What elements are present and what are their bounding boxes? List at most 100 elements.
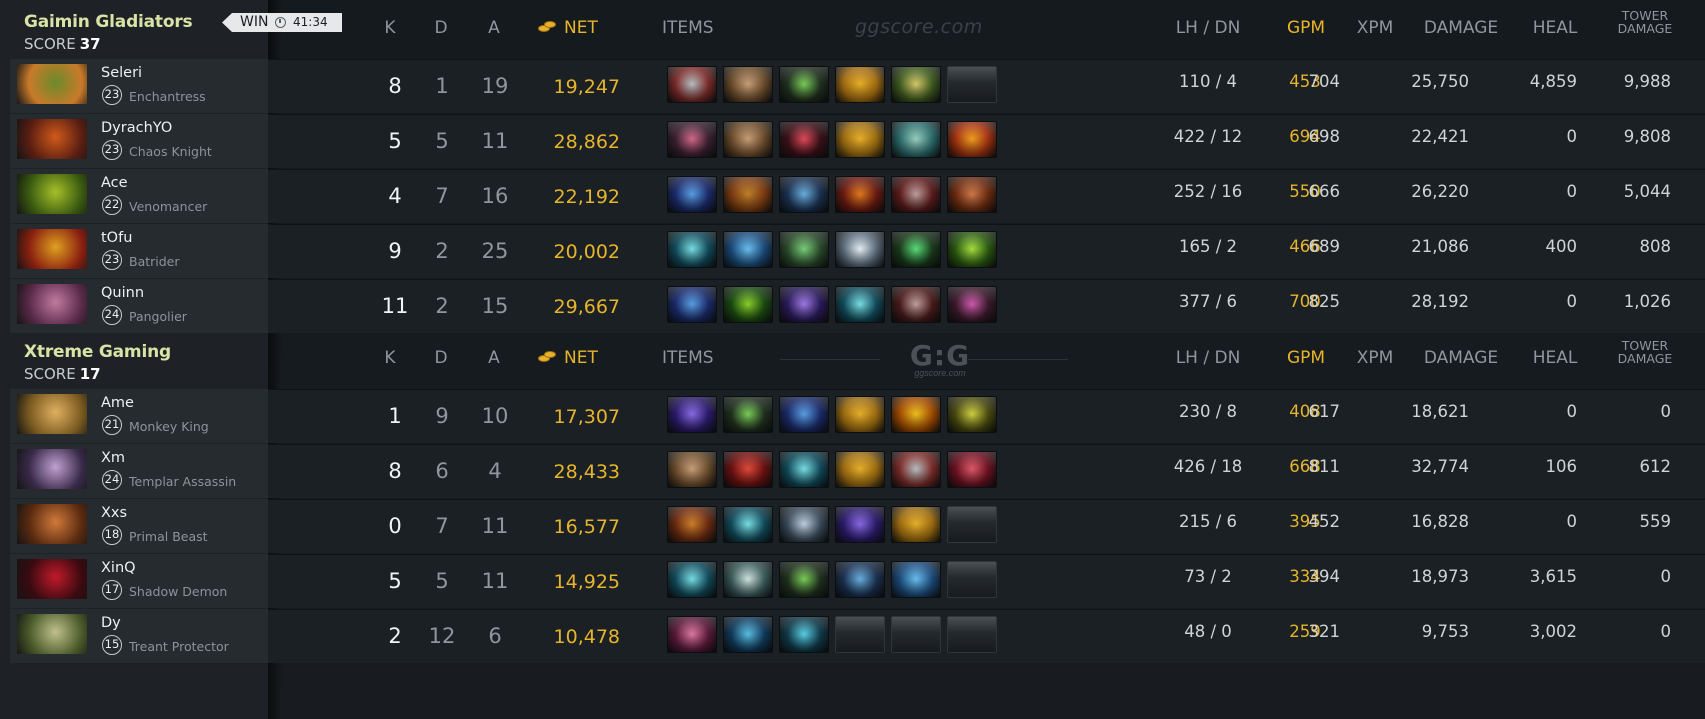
player-name[interactable]: DyrachYO xyxy=(101,120,172,136)
item-icon[interactable] xyxy=(667,176,717,213)
item-icon[interactable] xyxy=(723,176,773,213)
player-stats-row: 9 2 25 20,002 165 / 2 466 689 21,086 400 808 xyxy=(268,224,1705,278)
item-icon[interactable] xyxy=(723,231,773,268)
item-icon[interactable] xyxy=(891,176,941,213)
item-icon[interactable] xyxy=(947,451,997,488)
player-card[interactable]: Ame 21 Monkey King xyxy=(10,389,268,443)
item-icon[interactable] xyxy=(779,176,829,213)
item-icon[interactable] xyxy=(835,396,885,433)
player-name[interactable]: Ame xyxy=(101,395,134,411)
item-icon[interactable] xyxy=(723,286,773,323)
item-icon[interactable] xyxy=(947,231,997,268)
item-icon[interactable] xyxy=(723,121,773,158)
damage: 32,774 xyxy=(1411,457,1469,476)
player-card[interactable]: Ace 22 Venomancer xyxy=(10,169,268,223)
xpm: 321 xyxy=(1308,622,1341,641)
player-card[interactable]: DyrachYO 23 Chaos Knight xyxy=(10,114,268,168)
damage: 9,753 xyxy=(1421,622,1469,641)
xpm: 811 xyxy=(1308,457,1341,476)
item-icon[interactable] xyxy=(667,121,717,158)
item-icon[interactable] xyxy=(835,121,885,158)
item-icon[interactable] xyxy=(835,451,885,488)
result-label: WIN xyxy=(240,14,269,30)
heal: 0 xyxy=(1566,182,1578,201)
player-card[interactable]: Dy 15 Treant Protector xyxy=(10,609,268,663)
header-d: D xyxy=(434,348,448,368)
item-icon[interactable] xyxy=(667,66,717,103)
item-icon[interactable] xyxy=(667,561,717,598)
item-icon[interactable] xyxy=(779,506,829,543)
match-duration: 41:34 xyxy=(293,15,328,29)
item-icon[interactable] xyxy=(779,396,829,433)
item-icon[interactable] xyxy=(947,176,997,213)
player-card[interactable]: tOfu 23 Batrider xyxy=(10,224,268,278)
item-icon[interactable] xyxy=(667,286,717,323)
item-icon[interactable] xyxy=(891,66,941,103)
item-icon[interactable] xyxy=(891,506,941,543)
hero-name: Primal Beast xyxy=(129,529,208,544)
player-stats-row: 2 12 6 10,478 48 / 0 259 321 9,753 3,002 0 xyxy=(268,609,1705,663)
item-icon[interactable] xyxy=(835,561,885,598)
item-icon[interactable] xyxy=(667,396,717,433)
item-icon[interactable] xyxy=(891,121,941,158)
hero-level-badge: 21 xyxy=(102,415,122,435)
item-icon[interactable] xyxy=(947,396,997,433)
hero-level-badge: 17 xyxy=(102,580,122,600)
deaths: 2 xyxy=(435,239,449,263)
xpm: 394 xyxy=(1308,567,1341,586)
header-a: A xyxy=(488,18,500,38)
player-name[interactable]: Xxs xyxy=(101,505,127,521)
player-name[interactable]: Dy xyxy=(101,615,121,631)
item-icon[interactable] xyxy=(891,396,941,433)
hero-name: Templar Assassin xyxy=(129,474,237,489)
player-card[interactable]: Xm 24 Templar Assassin xyxy=(10,444,268,498)
item-icon[interactable] xyxy=(723,616,773,653)
item-icon[interactable] xyxy=(779,616,829,653)
player-card[interactable]: Seleri 23 Enchantress xyxy=(10,59,268,113)
player-name[interactable]: Ace xyxy=(101,175,128,191)
item-icon[interactable] xyxy=(667,616,717,653)
item-icon[interactable] xyxy=(835,286,885,323)
item-icon[interactable] xyxy=(779,561,829,598)
item-icon[interactable] xyxy=(779,451,829,488)
item-icon[interactable] xyxy=(947,286,997,323)
item-icon[interactable] xyxy=(723,561,773,598)
item-icon[interactable] xyxy=(891,286,941,323)
item-icon[interactable] xyxy=(667,231,717,268)
player-name[interactable]: Quinn xyxy=(101,285,144,301)
player-card[interactable]: Xxs 18 Primal Beast xyxy=(10,499,268,553)
item-icon[interactable] xyxy=(667,451,717,488)
hero-level-badge: 24 xyxy=(102,305,122,325)
item-icon[interactable] xyxy=(835,506,885,543)
deaths: 1 xyxy=(435,74,449,98)
item-icon[interactable] xyxy=(723,506,773,543)
empty-item-slot xyxy=(947,506,997,543)
item-icon[interactable] xyxy=(667,506,717,543)
hero-level-badge: 23 xyxy=(102,250,122,270)
net-worth: 29,667 xyxy=(553,296,620,318)
player-name[interactable]: Xm xyxy=(101,450,125,466)
item-icon[interactable] xyxy=(723,66,773,103)
item-icon[interactable] xyxy=(723,396,773,433)
item-icon[interactable] xyxy=(891,561,941,598)
item-icon[interactable] xyxy=(779,286,829,323)
item-icon[interactable] xyxy=(835,66,885,103)
item-icon[interactable] xyxy=(835,231,885,268)
hero-portrait xyxy=(17,284,87,324)
player-card[interactable]: XinQ 17 Shadow Demon xyxy=(10,554,268,608)
item-icon[interactable] xyxy=(891,231,941,268)
item-icon[interactable] xyxy=(779,121,829,158)
item-icon[interactable] xyxy=(723,451,773,488)
player-name[interactable]: tOfu xyxy=(101,230,132,246)
player-name[interactable]: Seleri xyxy=(101,65,142,81)
item-icon[interactable] xyxy=(779,231,829,268)
net-worth: 16,577 xyxy=(553,516,620,538)
item-icon[interactable] xyxy=(835,176,885,213)
net-worth: 28,433 xyxy=(553,461,620,483)
item-icon[interactable] xyxy=(891,451,941,488)
item-icon[interactable] xyxy=(947,121,997,158)
header-net-label: NET xyxy=(564,348,598,368)
player-card[interactable]: Quinn 24 Pangolier xyxy=(10,279,268,333)
player-name[interactable]: XinQ xyxy=(101,560,136,576)
item-icon[interactable] xyxy=(779,66,829,103)
